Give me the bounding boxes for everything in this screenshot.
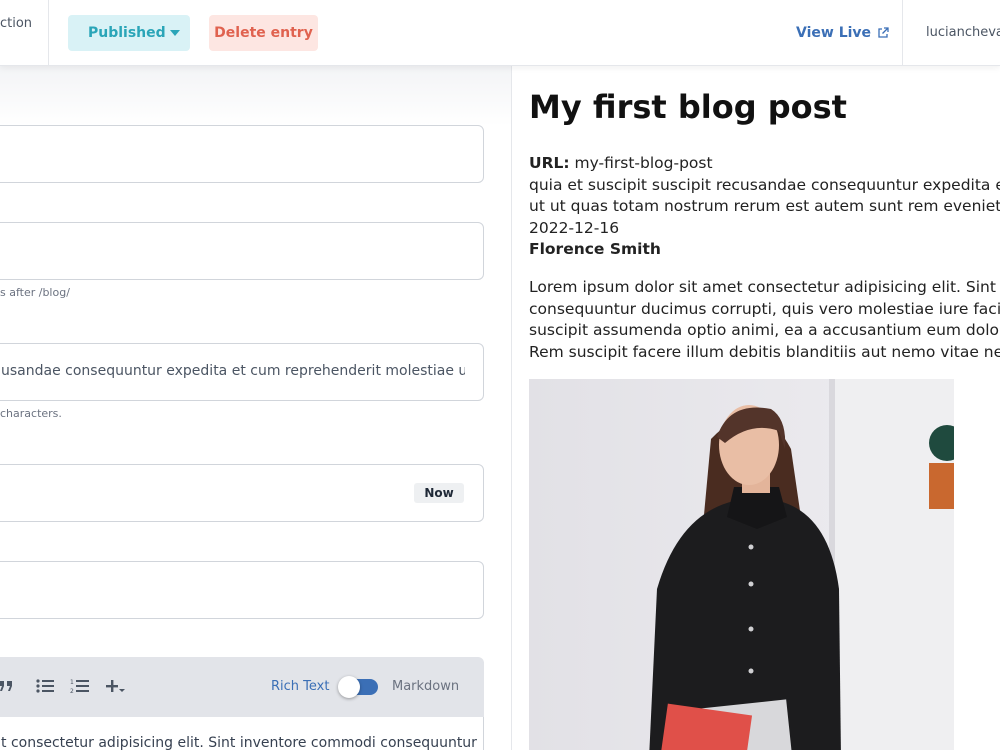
preview-url: URL: my-first-blog-post [529, 154, 713, 172]
url-label: URL: [529, 154, 570, 172]
status-dropdown-button[interactable]: Published [68, 15, 190, 51]
date-field[interactable]: Now [0, 464, 484, 522]
add-block-icon[interactable] [106, 677, 126, 695]
view-live-link[interactable]: View Live [796, 25, 889, 41]
preview-excerpt-line: quia et suscipit suscipit recusandae con… [529, 176, 1000, 194]
portrait-photo [529, 379, 954, 750]
editor-toolbar: 1 2 Rich Text Markdown [0, 657, 484, 717]
delete-entry-button[interactable]: Delete entry [209, 15, 318, 51]
caret-down-icon [170, 30, 180, 36]
svg-text:1: 1 [70, 679, 74, 686]
preview-body-line: suscipit assumenda optio animi, ea a acc… [529, 321, 1000, 339]
divider [48, 0, 49, 66]
now-button[interactable]: Now [414, 483, 464, 503]
slug-field[interactable] [0, 222, 484, 280]
rich-text-label[interactable]: Rich Text [271, 679, 329, 694]
title-field[interactable] [0, 125, 484, 183]
preview-date: 2022-12-16 [529, 219, 620, 237]
preview-author: Florence Smith [529, 240, 661, 258]
body-editor[interactable]: t consectetur adipisicing elit. Sint inv… [0, 717, 484, 750]
view-live-label: View Live [796, 25, 872, 41]
status-label: Published [88, 25, 166, 41]
preview-title: My first blog post [529, 88, 847, 126]
preview-excerpt-line: ut ut quas totam nostrum rerum est autem… [529, 197, 1000, 215]
quote-icon[interactable] [0, 677, 16, 695]
excerpt-field[interactable]: usandae consequuntur expedita et cum rep… [0, 343, 484, 401]
markdown-label[interactable]: Markdown [392, 679, 459, 694]
preview-pane: My first blog post URL: my-first-blog-po… [512, 66, 1000, 750]
slug-hint: s after /blog/ [0, 286, 70, 299]
preview-body-line: consequuntur ducimus corrupti, quis vero… [529, 300, 1000, 318]
delete-entry-label: Delete entry [214, 25, 313, 41]
collection-label[interactable]: ction [0, 16, 32, 31]
user-menu[interactable]: luciancheval [926, 25, 1000, 40]
editor-mode-toggle[interactable] [338, 676, 378, 698]
editor-pane: s after /blog/ usandae consequuntur expe… [0, 66, 511, 750]
excerpt-value: usandae consequuntur expedita et cum rep… [1, 363, 465, 379]
top-bar: ction Published Delete entry View Live l… [0, 0, 1000, 66]
toggle-knob [338, 676, 360, 698]
svg-text:2: 2 [70, 688, 74, 695]
divider [902, 0, 903, 66]
numbered-list-icon[interactable]: 1 2 [70, 677, 90, 695]
featured-image [529, 379, 954, 750]
url-value: my-first-blog-post [574, 154, 713, 172]
body-text: t consectetur adipisicing elit. Sint inv… [1, 735, 477, 750]
external-link-icon [878, 27, 889, 38]
bullet-list-icon[interactable] [35, 677, 55, 695]
preview-body-line: Lorem ipsum dolor sit amet consectetur a… [529, 278, 1000, 296]
author-field[interactable] [0, 561, 484, 619]
preview-body-line: Rem suscipit facere illum debitis blandi… [529, 343, 1000, 361]
excerpt-hint: characters. [0, 407, 62, 420]
